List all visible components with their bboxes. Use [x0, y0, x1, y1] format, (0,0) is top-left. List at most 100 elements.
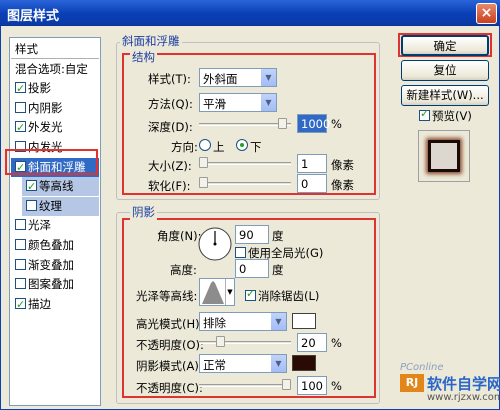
preview-label: 预览(V) [432, 109, 472, 123]
style-select[interactable]: 外斜面 ▼ [199, 68, 277, 87]
angle-label: 角度(N): [157, 229, 202, 243]
highlight-opacity-thumb[interactable] [215, 336, 225, 347]
style-item-9[interactable]: 光泽 [11, 216, 99, 235]
angle-input[interactable]: 90 [235, 225, 269, 244]
style-item-checkbox[interactable] [26, 199, 37, 211]
global-light-box[interactable] [235, 247, 246, 258]
structure-title: 结构 [130, 49, 157, 65]
highlight-frame-bevel-item [5, 149, 98, 175]
gloss-contour-label: 光泽等高线: [136, 289, 198, 303]
style-item-12[interactable]: 图案叠加 [11, 275, 99, 294]
shadow-opacity-thumb[interactable] [282, 379, 291, 390]
shadow-opacity-slider[interactable] [199, 384, 291, 387]
highlight-mode-value: 排除 [203, 316, 226, 330]
angle-dial[interactable] [197, 226, 233, 262]
new-style-button[interactable]: 新建样式(W)... [401, 85, 489, 106]
soften-slider[interactable] [199, 182, 291, 185]
style-item-11[interactable]: 渐变叠加 [11, 256, 99, 275]
style-item-10[interactable]: 颜色叠加 [11, 236, 99, 255]
style-item-checkbox[interactable] [15, 101, 26, 113]
style-item-label: 投影 [28, 81, 51, 96]
preview-thumbnail [418, 130, 470, 182]
style-item-3[interactable]: 内阴影 [11, 99, 99, 118]
style-item-checkbox[interactable] [15, 219, 26, 231]
style-item-13[interactable]: 描边 [11, 295, 99, 314]
style-value: 外斜面 [203, 72, 238, 86]
bevel-title: 斜面和浮雕 [120, 33, 182, 49]
antialias-box[interactable] [245, 287, 256, 301]
shadow-mode-label: 阴影模式(A): [136, 359, 203, 373]
method-select[interactable]: 平滑 ▼ [199, 93, 277, 112]
depth-label: 深度(D): [148, 120, 193, 134]
watermark-pconline: PConline [400, 362, 444, 373]
ok-button[interactable]: 确定 [401, 35, 489, 56]
style-item-8[interactable]: 纹理 [22, 196, 99, 216]
shadow-color-swatch[interactable] [292, 355, 316, 371]
style-item-checkbox[interactable] [15, 79, 26, 98]
size-label: 大小(Z): [148, 159, 192, 173]
style-item-label: 纹理 [39, 198, 62, 213]
style-item-0[interactable]: 样式 [11, 40, 99, 59]
size-slider[interactable] [199, 162, 291, 165]
preview-checkbox[interactable]: 预览(V) [419, 107, 472, 124]
highlight-opacity-input[interactable]: 20 [297, 333, 327, 352]
antialias-checkbox[interactable]: 消除锯齿(L) [245, 287, 320, 304]
altitude-unit: 度 [272, 263, 284, 277]
soften-slider-thumb[interactable] [199, 177, 208, 188]
style-item-7[interactable]: 等高线 [22, 177, 99, 197]
antialias-label: 消除锯齿(L) [258, 289, 320, 303]
style-label: 样式(T): [148, 72, 191, 86]
direction-down-radio[interactable] [236, 139, 248, 151]
window-title: 图层样式 [7, 9, 60, 24]
direction-up-radio[interactable] [199, 139, 211, 151]
style-item-checkbox[interactable] [15, 258, 26, 270]
highlight-color-swatch[interactable] [292, 313, 316, 329]
altitude-input[interactable]: 0 [235, 259, 269, 278]
soften-label: 软化(F): [148, 179, 191, 193]
method-label: 方法(Q): [148, 97, 193, 111]
close-button[interactable]: × [476, 3, 497, 24]
shadow-mode-select[interactable]: 正常 ▼ [199, 354, 287, 373]
size-input[interactable]: 1 [297, 154, 327, 173]
gloss-contour-picker[interactable]: ▼ [199, 278, 235, 306]
shadow-opacity-unit: % [331, 379, 342, 393]
style-item-label: 样式 [15, 42, 38, 56]
style-item-2[interactable]: 投影 [11, 79, 99, 98]
highlight-mode-select[interactable]: 排除 ▼ [199, 312, 287, 331]
style-item-checkbox[interactable] [15, 295, 26, 314]
style-item-4[interactable]: 外发光 [11, 118, 99, 137]
chevron-down-icon: ▼ [260, 69, 276, 86]
highlight-opacity-unit: % [331, 336, 342, 350]
style-item-checkbox[interactable] [26, 177, 37, 196]
style-item-label: 混合选项:自定 [15, 61, 88, 76]
highlight-opacity-slider[interactable] [199, 341, 291, 344]
depth-slider-thumb[interactable] [277, 118, 287, 129]
shadow-mode-value: 正常 [203, 358, 226, 372]
style-item-1[interactable]: 混合选项:自定 [11, 60, 99, 79]
global-light-label: 使用全局光(G) [248, 246, 324, 260]
rj-logo-icon: RJ [400, 374, 424, 392]
style-item-checkbox[interactable] [15, 239, 26, 250]
style-item-checkbox[interactable] [15, 278, 26, 290]
direction-up-label: 上 [213, 140, 225, 154]
chevron-down-icon: ▼ [225, 279, 234, 305]
reset-button[interactable]: 复位 [401, 60, 489, 81]
soften-unit: 像素 [331, 178, 354, 192]
soften-input[interactable]: 0 [297, 174, 327, 193]
watermark: PConline RJ 软件自学网 www.rjzxw.com [400, 362, 500, 406]
shadow-opacity-label: 不透明度(C): [136, 381, 203, 395]
preview-swatch [428, 140, 460, 172]
size-unit: 像素 [331, 158, 354, 172]
size-slider-thumb[interactable] [199, 157, 208, 168]
direction-down-label: 下 [250, 140, 262, 154]
style-item-label: 颜色叠加 [28, 238, 74, 252]
preview-box[interactable] [419, 107, 430, 121]
watermark-url: www.rjzxw.com [427, 392, 500, 403]
angle-unit: 度 [272, 229, 284, 243]
style-item-label: 渐变叠加 [28, 257, 74, 272]
depth-input[interactable]: 1000 [297, 114, 330, 133]
shading-title: 阴影 [130, 204, 157, 220]
chevron-down-icon: ▼ [260, 94, 276, 111]
shadow-opacity-input[interactable]: 100 [297, 376, 327, 395]
style-item-checkbox[interactable] [15, 118, 26, 137]
